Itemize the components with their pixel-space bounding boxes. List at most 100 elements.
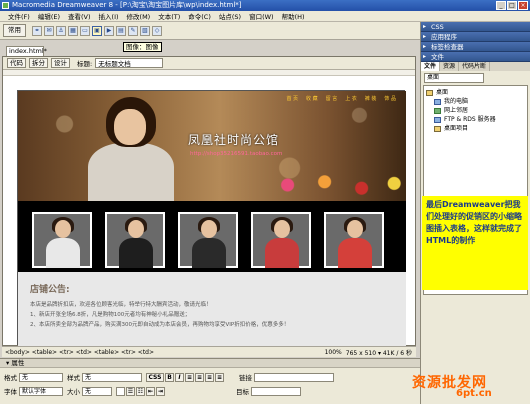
numbered-list-icon[interactable]: ☷ [136, 386, 145, 396]
window-title: Macromedia Dreamweaver 8 - [P:\淘宝\淘宝图片库\… [12, 1, 242, 9]
template-icon[interactable]: ▧ [140, 25, 150, 36]
menu-text[interactable]: 文本(T) [154, 11, 184, 21]
size-select[interactable]: 无 [82, 386, 112, 396]
menu-file[interactable]: 文件(F) [4, 11, 34, 21]
nav-tops[interactable]: 上 衣 [345, 95, 357, 102]
promo-photo[interactable] [105, 212, 165, 268]
promo-photo[interactable] [178, 212, 238, 268]
align-left-icon[interactable]: ≡ [185, 372, 194, 382]
design-canvas[interactable]: 首 页 收 藏 留 言 上 衣 裤 装 饰 品 凤凰社时尚公馆 http://s… [3, 76, 415, 346]
size-label: 大小 [67, 388, 80, 396]
nav-accessories[interactable]: 饰 品 [384, 95, 396, 102]
document-title-input[interactable] [95, 58, 164, 68]
menu-modify[interactable]: 修改(M) [123, 11, 155, 21]
style-select[interactable]: 无 [82, 372, 142, 382]
minimize-button[interactable]: _ [496, 1, 506, 10]
tag-selector[interactable]: <body> <table> <tr> <td> <table> <tr> <t… [5, 349, 325, 356]
insert-category-dropdown[interactable]: 常用 [3, 24, 26, 37]
ftp-server-icon [434, 116, 441, 123]
link-icon[interactable]: ⚭ [32, 25, 42, 36]
tag-inspector-header[interactable]: 标签检查器 [421, 42, 530, 52]
date-icon[interactable]: ▤ [116, 25, 126, 36]
target-label: 目标 [236, 388, 249, 396]
link-label: 链接 [239, 374, 252, 382]
media-icon[interactable]: ▶ [104, 25, 114, 36]
insert-toolbar: 常用 ⚭ ✉ ⚓ ▦ ▭ ▣ ▶ ▤ ✎ ▧ ◇ [0, 22, 420, 40]
anchor-icon[interactable]: ⚓ [56, 25, 66, 36]
notice-title: 店铺公告: [30, 285, 70, 295]
close-button[interactable]: × [518, 1, 528, 10]
location-select[interactable]: 桌面 [424, 73, 484, 83]
email-icon[interactable]: ✉ [44, 25, 54, 36]
split-view-button[interactable]: 拆分 [29, 58, 48, 68]
menu-view[interactable]: 查看(V) [64, 11, 95, 21]
tree-item[interactable]: 桌面项目 [426, 124, 525, 133]
photo-model-head [128, 220, 144, 238]
align-right-icon[interactable]: ≡ [205, 372, 214, 382]
application-panel-header[interactable]: 应用程序 [421, 32, 530, 42]
indent-icon[interactable]: ⇥ [156, 386, 165, 396]
tab-files[interactable]: 文件 [421, 62, 441, 71]
menu-help[interactable]: 帮助(H) [278, 11, 309, 21]
tree-item[interactable]: 桌面 [426, 88, 525, 97]
computer-icon [434, 98, 441, 105]
menu-site[interactable]: 站点(S) [215, 11, 245, 21]
outdent-icon[interactable]: ⇤ [146, 386, 155, 396]
tree-item[interactable]: 网上邻居 [426, 106, 525, 115]
site-watermark-url: 6pt.cn [456, 388, 492, 399]
nav-pants[interactable]: 裤 装 [365, 95, 377, 102]
properties-header[interactable]: ▾ 属性 [0, 359, 420, 368]
tree-item[interactable]: 我的电脑 [426, 97, 525, 106]
bold-button[interactable]: B [165, 372, 174, 382]
css-button[interactable]: CSS [146, 372, 164, 382]
font-select[interactable]: 默认字体 [19, 386, 63, 396]
photo-model-head [55, 220, 71, 238]
image-icon[interactable]: ▣ [92, 25, 102, 36]
web-page: 首 页 收 藏 留 言 上 衣 裤 装 饰 品 凤凰社时尚公馆 http://s… [17, 90, 406, 346]
location-value: 桌面 [427, 74, 440, 81]
notice-line: 本店是品牌折扣店，欢迎各位顾客光临，特举行特大酬宾活动，敬请光临！ [30, 302, 212, 308]
color-swatch-icon[interactable] [116, 386, 125, 396]
shop-url: http://shop35216591.taobao.com [190, 151, 283, 157]
nav-home[interactable]: 首 页 [286, 95, 298, 102]
promo-photo[interactable] [32, 212, 92, 268]
title-label: 标题: [77, 60, 93, 68]
menu-insert[interactable]: 插入(I) [95, 11, 123, 21]
table-icon[interactable]: ▦ [68, 25, 78, 36]
network-icon [434, 107, 441, 114]
tab-assets[interactable]: 资源 [440, 62, 460, 71]
photo-model-head [201, 220, 217, 238]
nav-favorite[interactable]: 收 藏 [306, 95, 318, 102]
shop-nav: 首 页 收 藏 留 言 上 衣 裤 装 饰 品 [286, 95, 396, 102]
justify-icon[interactable]: ≡ [215, 372, 224, 382]
photo-model-head [347, 220, 363, 238]
code-view-button[interactable]: 代码 [7, 58, 26, 68]
dreamweaver-app-icon [2, 2, 9, 9]
format-select[interactable]: 无 [19, 372, 63, 382]
target-select[interactable] [251, 386, 301, 396]
comment-icon[interactable]: ✎ [128, 25, 138, 36]
zoom-level[interactable]: 100% [325, 349, 342, 356]
document-tab[interactable]: index.html* [6, 46, 47, 56]
tree-item[interactable]: FTP & RDS 服务器 [426, 115, 525, 124]
notice-section: 店铺公告: 本店是品牌折扣店，欢迎各位顾客光临，特举行特大酬宾活动，敬请光临！ … [18, 272, 406, 346]
nav-message[interactable]: 留 言 [326, 95, 338, 102]
files-panel-header[interactable]: 文件 [421, 52, 530, 62]
menu-commands[interactable]: 命令(C) [184, 11, 215, 21]
promo-photo[interactable] [251, 212, 311, 268]
menu-edit[interactable]: 编辑(E) [34, 11, 64, 21]
italic-button[interactable]: I [175, 372, 184, 382]
properties-row-1: 格式 无 样式 无 CSS B I ≡ ≡ ≡ ≡ 链接 [4, 372, 338, 382]
list-icon[interactable]: ☰ [126, 386, 135, 396]
page-size-info: 765 x 510 ▾ 41K / 6 秒 [345, 349, 412, 357]
promo-photo[interactable] [324, 212, 384, 268]
align-center-icon[interactable]: ≡ [195, 372, 204, 382]
tag-icon[interactable]: ◇ [152, 25, 162, 36]
design-view-button[interactable]: 设计 [51, 58, 70, 68]
tab-snippets[interactable]: 代码片断 [459, 62, 491, 71]
menu-window[interactable]: 窗口(W) [245, 11, 278, 21]
css-panel-header[interactable]: CSS [421, 22, 530, 32]
link-input[interactable] [254, 372, 334, 382]
maximize-button[interactable]: □ [507, 1, 517, 10]
layer-icon[interactable]: ▭ [80, 25, 90, 36]
